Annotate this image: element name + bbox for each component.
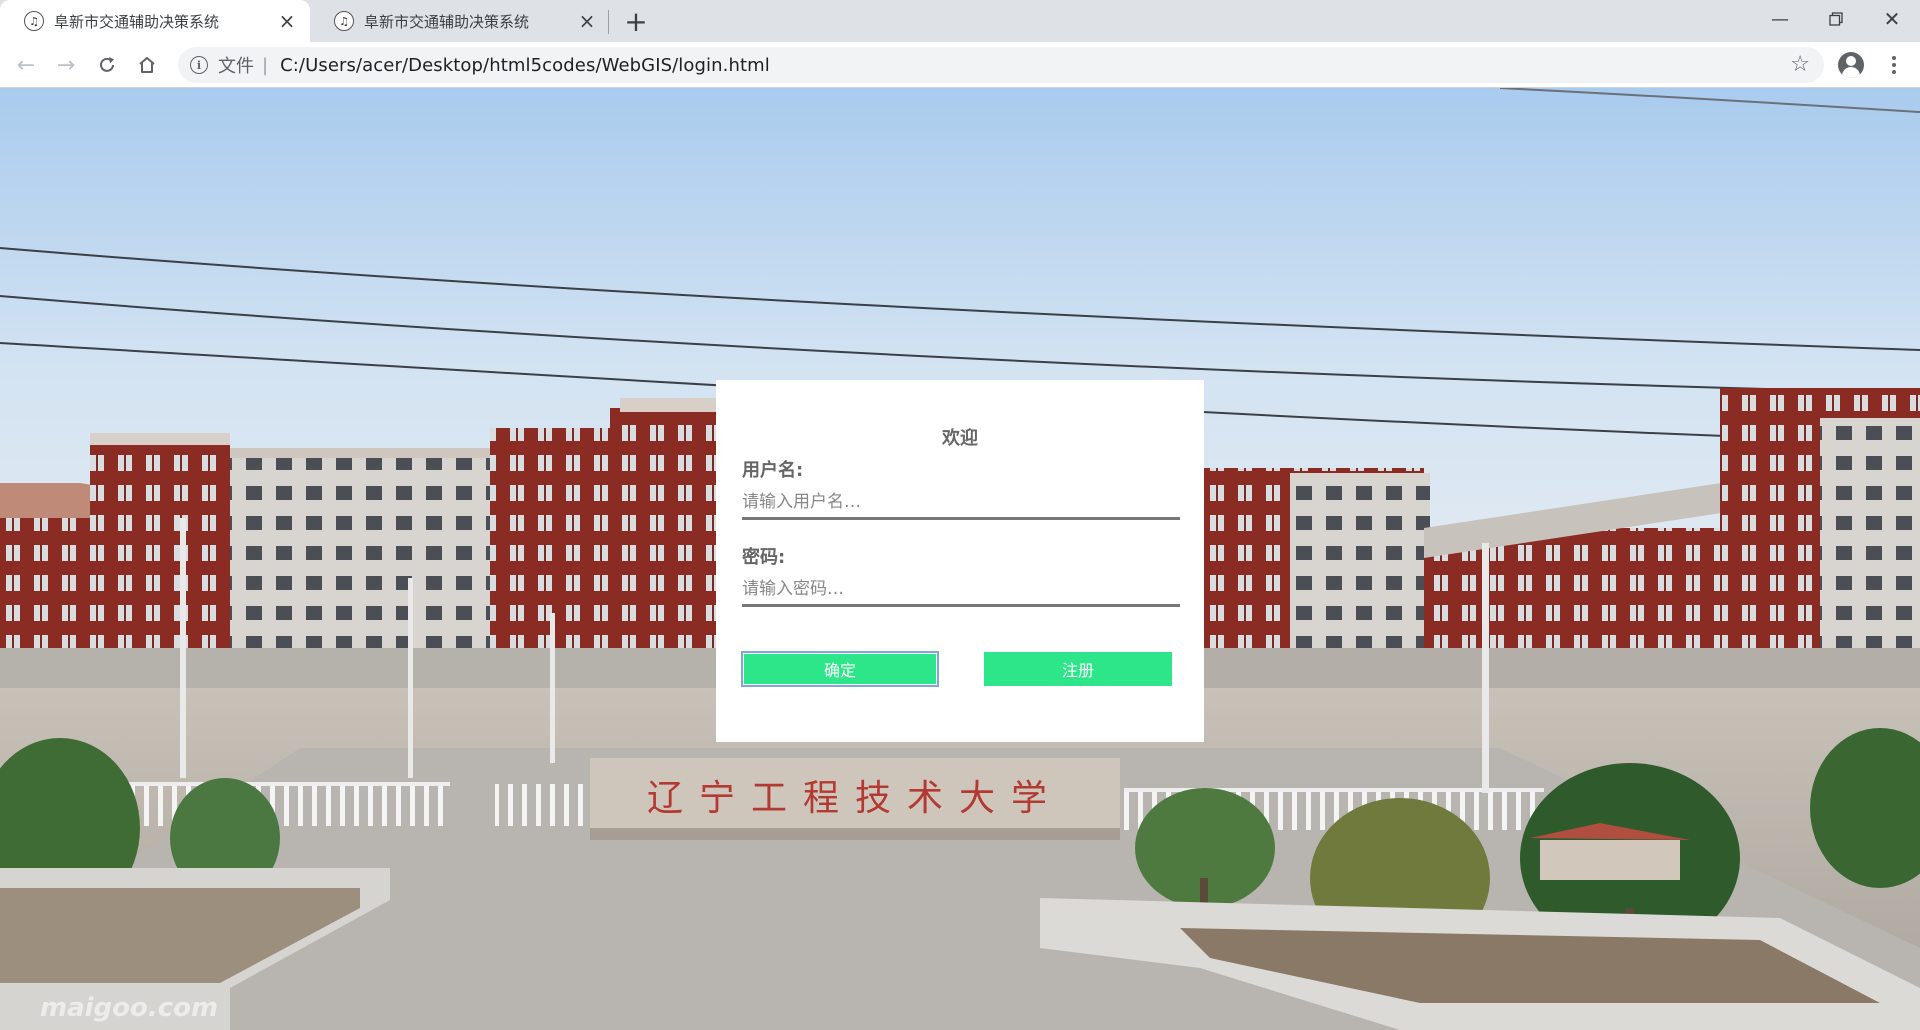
- minimize-window-icon[interactable]: —: [1752, 0, 1808, 38]
- username-label: 用户名:: [742, 460, 804, 481]
- restore-window-icon[interactable]: [1808, 0, 1864, 38]
- tab-divider: [608, 10, 609, 34]
- browser-menu-icon[interactable]: [1880, 51, 1908, 79]
- bookmark-star-icon[interactable]: ☆: [1790, 52, 1810, 77]
- password-label: 密码:: [742, 547, 786, 568]
- new-tab-button[interactable]: +: [622, 5, 650, 38]
- register-button[interactable]: 注册: [984, 652, 1172, 686]
- site-favicon-icon: ♫: [334, 11, 354, 31]
- scheme-separator: |: [262, 54, 269, 76]
- scheme-label: 文件: [218, 56, 254, 77]
- tab-title: 阜新市交通辅助决策系统: [364, 12, 530, 31]
- close-window-icon[interactable]: ✕: [1864, 0, 1920, 38]
- tab-close-icon[interactable]: ×: [576, 9, 598, 33]
- site-info-icon[interactable]: i: [190, 56, 208, 74]
- home-icon[interactable]: [131, 49, 163, 81]
- browser-toolbar: ← → i 文件 | C:/Users/acer/Desktop/html5co…: [0, 42, 1920, 88]
- password-input[interactable]: [742, 573, 1180, 607]
- profile-avatar-icon[interactable]: [1838, 52, 1864, 78]
- tab-strip: ♫ 阜新市交通辅助决策系统 × ♫ 阜新市交通辅助决策系统 × + — ✕: [0, 0, 1920, 42]
- forward-arrow-icon[interactable]: →: [50, 49, 82, 81]
- tab-inactive[interactable]: ♫ 阜新市交通辅助决策系统 ×: [310, 0, 610, 42]
- address-bar[interactable]: i 文件 | C:/Users/acer/Desktop/html5codes/…: [178, 47, 1824, 83]
- login-card: 欢迎 用户名: 密码: 确定 注册: [716, 380, 1204, 742]
- page-viewport: 辽宁工程技术大学 maigoo.com 欢迎 用户名: 密码:: [0, 88, 1920, 1030]
- site-favicon-icon: ♫: [24, 11, 44, 31]
- watermark-text: maigoo.com: [40, 993, 218, 1023]
- login-title: 欢迎: [942, 428, 978, 449]
- gate-sign-text: 辽宁工程技术大学: [647, 778, 1063, 819]
- back-arrow-icon[interactable]: ←: [10, 49, 42, 81]
- tab-close-icon[interactable]: ×: [276, 9, 298, 33]
- confirm-button[interactable]: 确定: [741, 651, 939, 687]
- reload-icon[interactable]: [91, 49, 123, 81]
- username-input[interactable]: [742, 486, 1180, 520]
- tab-active[interactable]: ♫ 阜新市交通辅助决策系统 ×: [0, 0, 310, 42]
- url-text[interactable]: C:/Users/acer/Desktop/html5codes/WebGIS/…: [280, 55, 770, 76]
- tab-title: 阜新市交通辅助决策系统: [54, 12, 220, 31]
